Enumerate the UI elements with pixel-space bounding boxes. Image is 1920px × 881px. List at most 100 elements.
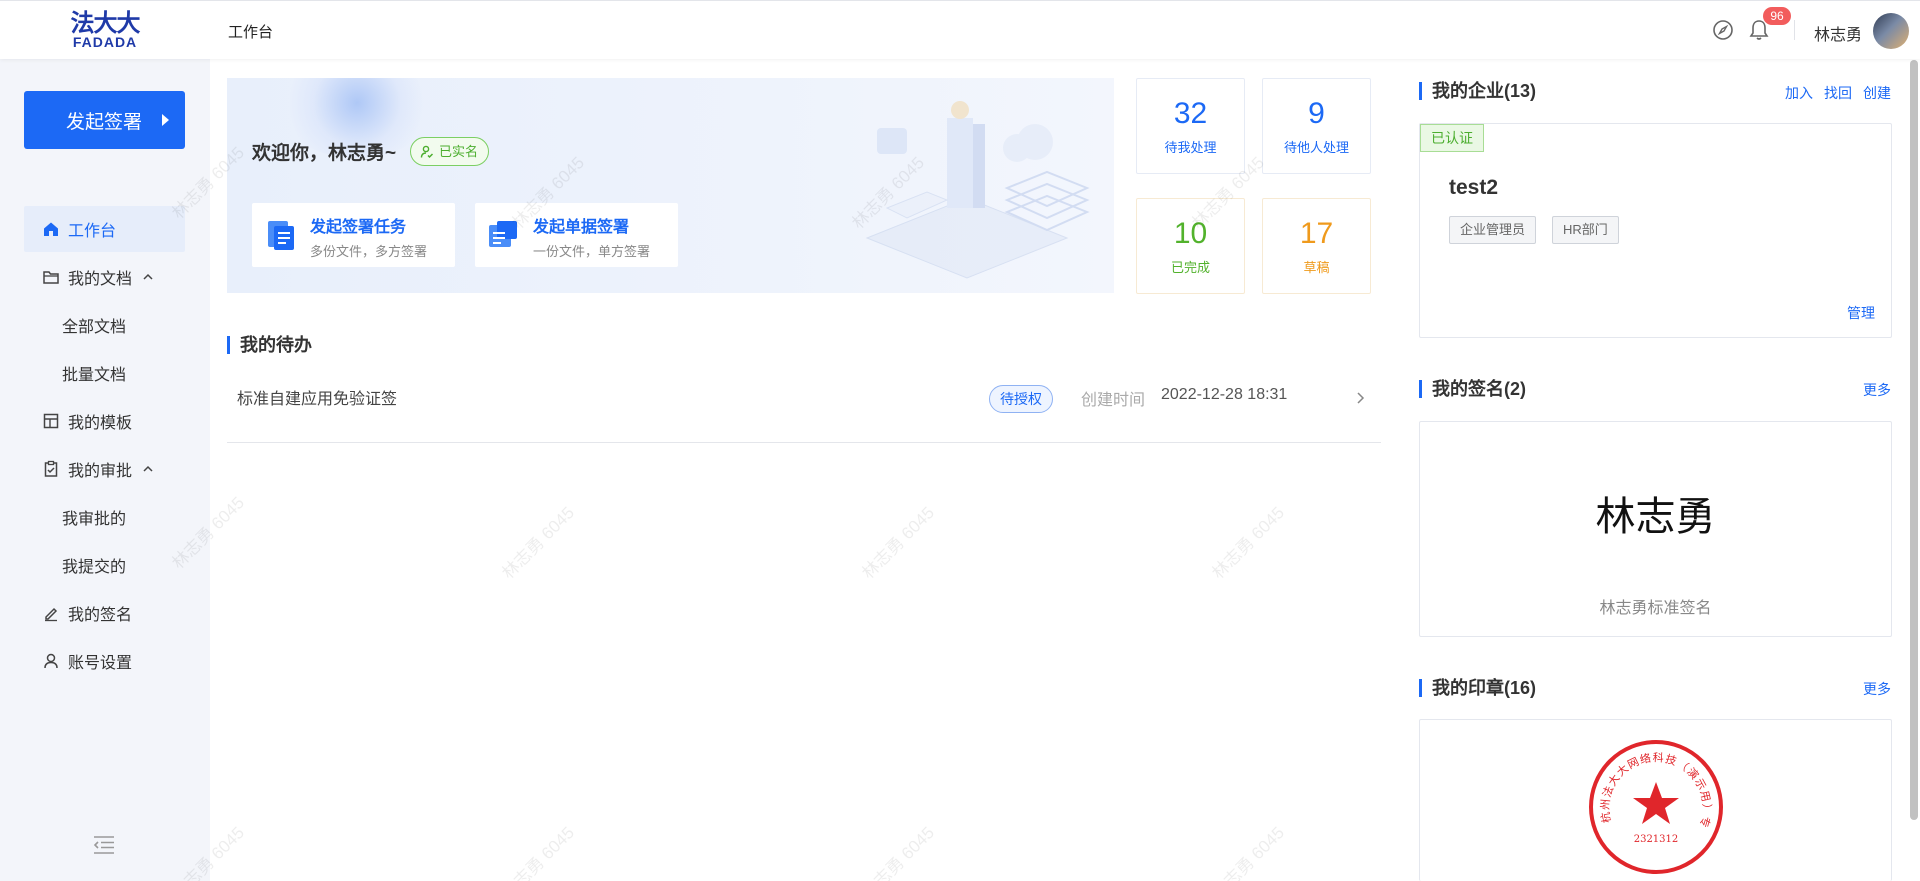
stat-value: 10 — [1173, 217, 1208, 250]
signature-section-title: 我的签名(2) — [1419, 380, 1526, 398]
sidebar-item-approved-by-me[interactable]: 我审批的 — [24, 494, 185, 540]
page-scrollbar[interactable] — [1910, 60, 1918, 820]
enterprise-name: test2 — [1449, 176, 1499, 199]
page-title: 工作台 — [228, 24, 274, 41]
quick-action-title: 发起签署任务 — [310, 219, 407, 236]
start-signing-label: 发起签署 — [66, 111, 143, 133]
quick-action-subtitle: 多份文件，多方签署 — [310, 244, 428, 259]
stat-drafts[interactable]: 17 草稿 — [1262, 198, 1371, 294]
header-divider — [1794, 20, 1795, 40]
sidebar-item-label: 我的模板 — [68, 415, 133, 432]
quick-action-subtitle: 一份文件，单方签署 — [533, 244, 651, 259]
home-icon — [44, 222, 58, 236]
document-icon — [268, 221, 294, 250]
user-name[interactable]: 林志勇 — [1814, 21, 1862, 45]
signature-image-text: 林志勇 — [1595, 494, 1716, 540]
manage-link[interactable]: 管理 — [1847, 303, 1875, 323]
main-content: 欢迎你，林志勇~ 已实名 发起签署任务 多份文件，多方签署 发起单据签署 一份文… — [168, 59, 1393, 881]
chevron-up-icon[interactable] — [142, 463, 154, 475]
sidebar-item-label: 全部文档 — [62, 319, 127, 336]
stat-pending-others[interactable]: 9 待他人处理 — [1262, 78, 1371, 174]
clipboard-check-icon — [44, 460, 58, 477]
verified-user-icon — [420, 145, 434, 159]
chevron-up-icon[interactable] — [142, 271, 154, 283]
pen-icon — [45, 607, 58, 622]
signature-name: 林志勇标准签名 — [1599, 600, 1712, 617]
logo-en-text: FADADA — [72, 34, 138, 50]
sidebar-item-workbench[interactable]: 工作台 — [24, 206, 185, 252]
stat-label: 待他人处理 — [1283, 140, 1349, 155]
folder-icon — [43, 271, 59, 284]
todo-list-item[interactable]: 标准自建应用免验证签 待授权 创建时间 2022-12-28 18:31 — [227, 351, 1381, 443]
sidebar-item-my-templates[interactable]: 我的模板 — [24, 398, 185, 444]
seal-section-title: 我的印章(16) — [1419, 679, 1536, 697]
stat-completed[interactable]: 10 已完成 — [1136, 198, 1245, 294]
quick-action-title: 发起单据签署 — [533, 219, 630, 236]
enterprise-card[interactable]: 已认证 test2 企业管理员 HR部门 管理 — [1419, 123, 1892, 338]
sidebar-item-label: 批量文档 — [62, 367, 127, 384]
sidebar-item-my-documents[interactable]: 我的文档 — [24, 254, 185, 300]
enterprise-section-title: 我的企业(13) — [1419, 82, 1536, 100]
sidebar-item-batch-documents[interactable]: 批量文档 — [24, 350, 185, 396]
stat-label: 已完成 — [1170, 260, 1210, 275]
welcome-banner: 欢迎你，林志勇~ 已实名 发起签署任务 多份文件，多方签署 发起单据签署 一份文… — [227, 78, 1114, 293]
role-tag: HR部门 — [1552, 216, 1619, 244]
user-icon — [44, 653, 58, 669]
sidebar-item-label: 我审批的 — [62, 511, 127, 528]
sidebar-item-all-documents[interactable]: 全部文档 — [24, 302, 185, 348]
verified-badge: 已认证 — [1420, 124, 1484, 152]
logo-cn-text: 法大大 — [70, 9, 141, 37]
status-badge: 待授权 — [989, 385, 1053, 413]
watermark-text: 林志勇 6045 — [498, 823, 578, 881]
stat-value: 17 — [1299, 217, 1334, 250]
role-tag: 企业管理员 — [1449, 216, 1537, 244]
welcome-text: 欢迎你，林志勇~ — [252, 143, 397, 164]
start-signing-button[interactable]: 发起签署 — [24, 91, 185, 149]
stat-value: 9 — [1308, 97, 1325, 130]
join-enterprise-link[interactable]: 加入 — [1785, 83, 1813, 103]
stat-value: 32 — [1173, 97, 1208, 130]
collapse-menu-icon[interactable] — [92, 835, 116, 855]
start-single-sign-card[interactable]: 发起单据签署 一份文件，单方签署 — [475, 203, 678, 267]
sidebar-item-label: 我的签名 — [68, 607, 133, 624]
fadada-logo[interactable]: 法大大 FADADA — [67, 11, 143, 49]
watermark-text: 林志勇 6045 — [858, 503, 938, 583]
compass-icon[interactable] — [1712, 19, 1734, 41]
sidebar-item-account-settings[interactable]: 账号设置 — [24, 638, 185, 684]
seal-stamp-icon: 杭州法大大网络科技（演示用）专用章1231312 2321312 — [1587, 738, 1723, 874]
todo-name: 标准自建应用免验证签 — [237, 391, 398, 408]
start-sign-task-card[interactable]: 发起签署任务 多份文件，多方签署 — [252, 203, 455, 267]
watermark-text: 林志勇 6045 — [1208, 823, 1288, 881]
signature-card[interactable]: 林志勇 林志勇标准签名 — [1419, 421, 1892, 637]
sidebar-item-label: 我的文档 — [68, 271, 133, 288]
recover-enterprise-link[interactable]: 找回 — [1824, 83, 1852, 103]
notification-badge: 96 — [1763, 7, 1791, 25]
banner-illustration — [865, 101, 1090, 279]
chevron-right-icon[interactable] — [1354, 391, 1366, 405]
sidebar-item-label: 工作台 — [68, 223, 117, 240]
created-time-value: 2022-12-28 18:31 — [1161, 386, 1288, 403]
create-enterprise-link[interactable]: 创建 — [1863, 83, 1891, 103]
right-panel: 我的企业(13) 加入 找回 创建 已认证 test2 企业管理员 HR部门 管… — [1393, 59, 1920, 881]
sidebar-item-my-signature[interactable]: 我的签名 — [24, 590, 185, 636]
template-icon — [43, 413, 59, 429]
sidebar-item-my-approvals[interactable]: 我的审批 — [24, 446, 185, 492]
signature-more-link[interactable]: 更多 — [1863, 380, 1891, 400]
seal-card[interactable]: 杭州法大大网络科技（演示用）专用章1231312 2321312 — [1419, 719, 1892, 881]
caret-right-icon — [162, 114, 169, 126]
avatar[interactable] — [1873, 13, 1909, 49]
sidebar-item-submitted-by-me[interactable]: 我提交的 — [24, 542, 185, 588]
seal-more-link[interactable]: 更多 — [1863, 679, 1891, 699]
sidebar: 发起签署 工作台 我的文档 全部文档 批量文档 我的模板 我的审批 我审批的 我… — [0, 59, 210, 881]
stat-label: 草稿 — [1303, 260, 1330, 275]
real-name-label: 已实名 — [439, 144, 479, 159]
form-icon — [489, 221, 517, 247]
top-header: 法大大 FADADA 工作台 96 林志勇 — [0, 0, 1920, 59]
sidebar-item-label: 我提交的 — [62, 559, 127, 576]
sidebar-item-label: 我的审批 — [68, 463, 133, 480]
seal-code: 2321312 — [1634, 834, 1679, 845]
stat-label: 待我处理 — [1164, 140, 1217, 155]
watermark-text: 林志勇 6045 — [1208, 503, 1288, 583]
stat-pending-me[interactable]: 32 待我处理 — [1136, 78, 1245, 174]
watermark-text: 林志勇 6045 — [498, 503, 578, 583]
